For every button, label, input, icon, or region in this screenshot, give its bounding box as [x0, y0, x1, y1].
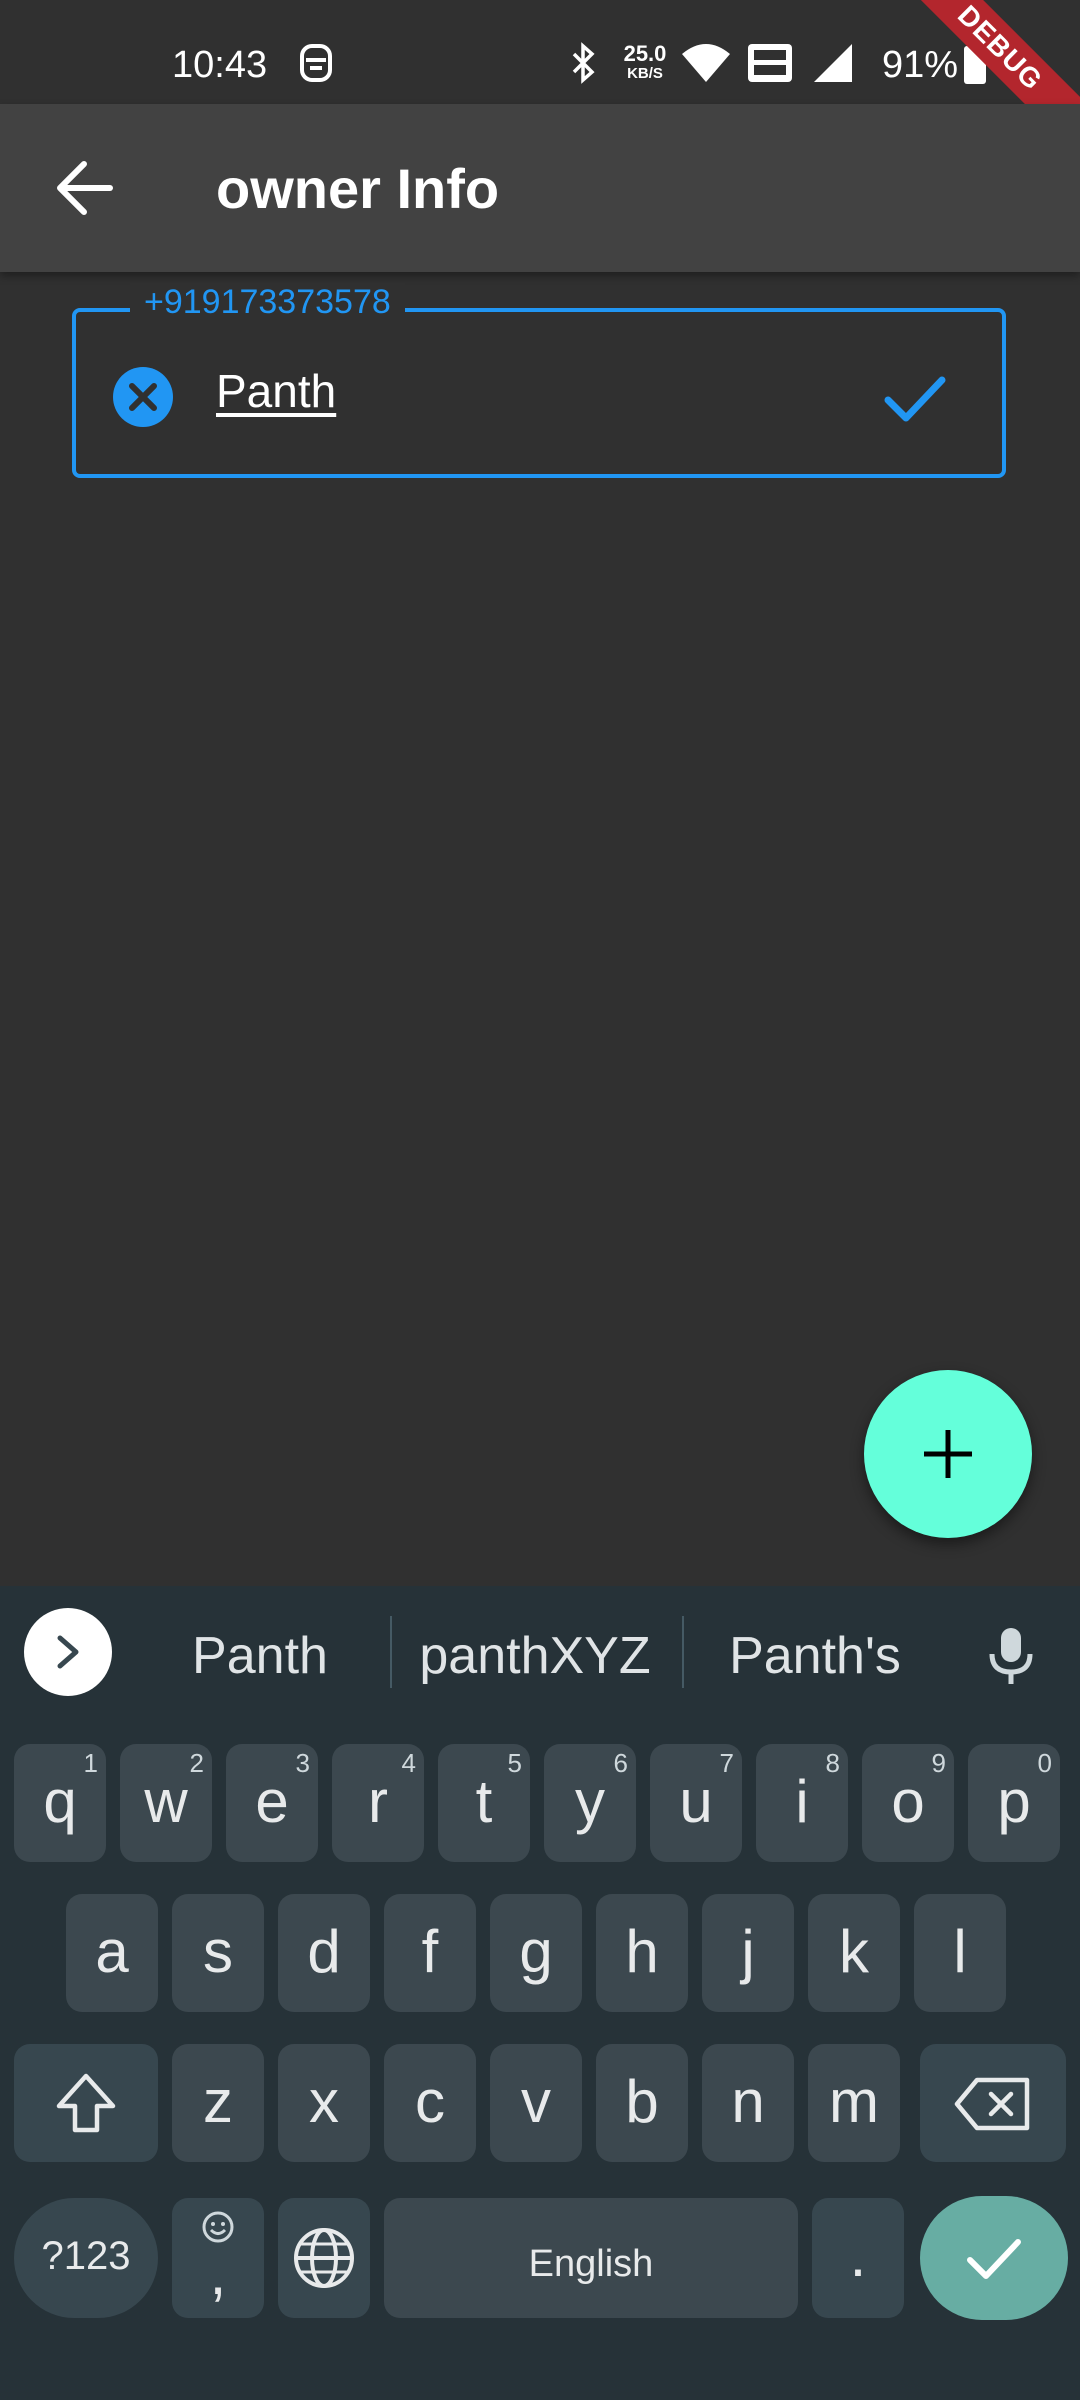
key-y[interactable]: y6 [544, 1744, 636, 1862]
key-i[interactable]: i8 [756, 1744, 848, 1862]
chevron-right-icon [57, 1635, 79, 1669]
name-input[interactable]: Panth [216, 364, 336, 418]
key-v[interactable]: v [490, 2044, 582, 2162]
suggestion-2[interactable]: panthXYZ [400, 1626, 670, 1686]
key-z[interactable]: z [172, 2044, 264, 2162]
key-e[interactable]: e3 [226, 1744, 318, 1862]
key-t[interactable]: t5 [438, 1744, 530, 1862]
soft-keyboard: Panth panthXYZ Panth's q1 w2 e3 r4 t5 y6… [0, 1586, 1080, 2400]
key-c[interactable]: c [384, 2044, 476, 2162]
key-d[interactable]: d [278, 1894, 370, 2012]
key-s[interactable]: s [172, 1894, 264, 2012]
wifi-icon [680, 40, 732, 91]
add-icon [924, 1430, 972, 1478]
key-g[interactable]: g [490, 1894, 582, 2012]
comma-key[interactable]: , [172, 2198, 264, 2318]
battery-percent: 91% [882, 44, 959, 86]
mic-icon [989, 1628, 1033, 1684]
voice-input-button[interactable] [982, 1624, 1040, 1693]
app-bar: owner Info [0, 104, 1080, 272]
key-u[interactable]: u7 [650, 1744, 742, 1862]
key-k[interactable]: k [808, 1894, 900, 2012]
backspace-icon [954, 2077, 1030, 2131]
key-m[interactable]: m [808, 2044, 900, 2162]
vowifi-icon [746, 40, 794, 91]
network-speed: 25.0 KB/S [623, 41, 667, 83]
field-label: +919173373578 [130, 283, 405, 322]
space-key[interactable]: English [384, 2198, 798, 2318]
key-j[interactable]: j [702, 1894, 794, 2012]
suggestion-bar: Panth panthXYZ Panth's [0, 1586, 1080, 1714]
owner-name-field[interactable] [72, 308, 1006, 478]
arrow-back-icon [57, 161, 113, 215]
suggestion-divider [390, 1616, 392, 1688]
key-n[interactable]: n [702, 2044, 794, 2162]
key-a[interactable]: a [66, 1894, 158, 2012]
status-bar: 10:43 25.0 KB/S 91% DEBUG [0, 0, 1080, 163]
shift-icon [56, 2073, 116, 2133]
backspace-key[interactable] [920, 2044, 1066, 2162]
key-l[interactable]: l [914, 1894, 1006, 2012]
shift-key[interactable] [14, 2044, 158, 2162]
key-h[interactable]: h [596, 1894, 688, 2012]
symbols-key[interactable]: ?123 [14, 2198, 158, 2318]
key-p[interactable]: p0 [968, 1744, 1060, 1862]
expand-toolbar-button[interactable] [24, 1608, 112, 1696]
cancel-icon [113, 367, 173, 427]
check-icon [967, 2239, 1021, 2279]
suggestion-3[interactable]: Panth's [700, 1626, 930, 1686]
suggestion-divider [682, 1616, 684, 1688]
language-key[interactable] [278, 2198, 370, 2318]
done-key[interactable] [920, 2196, 1068, 2320]
clear-button[interactable] [110, 364, 176, 430]
cell-signal-icon [812, 40, 856, 91]
key-r[interactable]: r4 [332, 1744, 424, 1862]
status-time: 10:43 [172, 44, 268, 86]
key-w[interactable]: w2 [120, 1744, 212, 1862]
suggestion-1[interactable]: Panth [150, 1626, 370, 1686]
key-f[interactable]: f [384, 1894, 476, 2012]
check-icon [884, 376, 946, 422]
back-button[interactable] [44, 146, 128, 230]
notification-icon [296, 40, 336, 91]
key-o[interactable]: o9 [862, 1744, 954, 1862]
bluetooth-icon [568, 40, 600, 91]
key-x[interactable]: x [278, 2044, 370, 2162]
add-button[interactable] [864, 1370, 1032, 1538]
globe-icon [294, 2228, 354, 2288]
key-b[interactable]: b [596, 2044, 688, 2162]
key-q[interactable]: q1 [14, 1744, 106, 1862]
page-title: owner Info [216, 157, 500, 220]
confirm-button[interactable] [880, 362, 950, 432]
period-key[interactable]: . [812, 2198, 904, 2318]
